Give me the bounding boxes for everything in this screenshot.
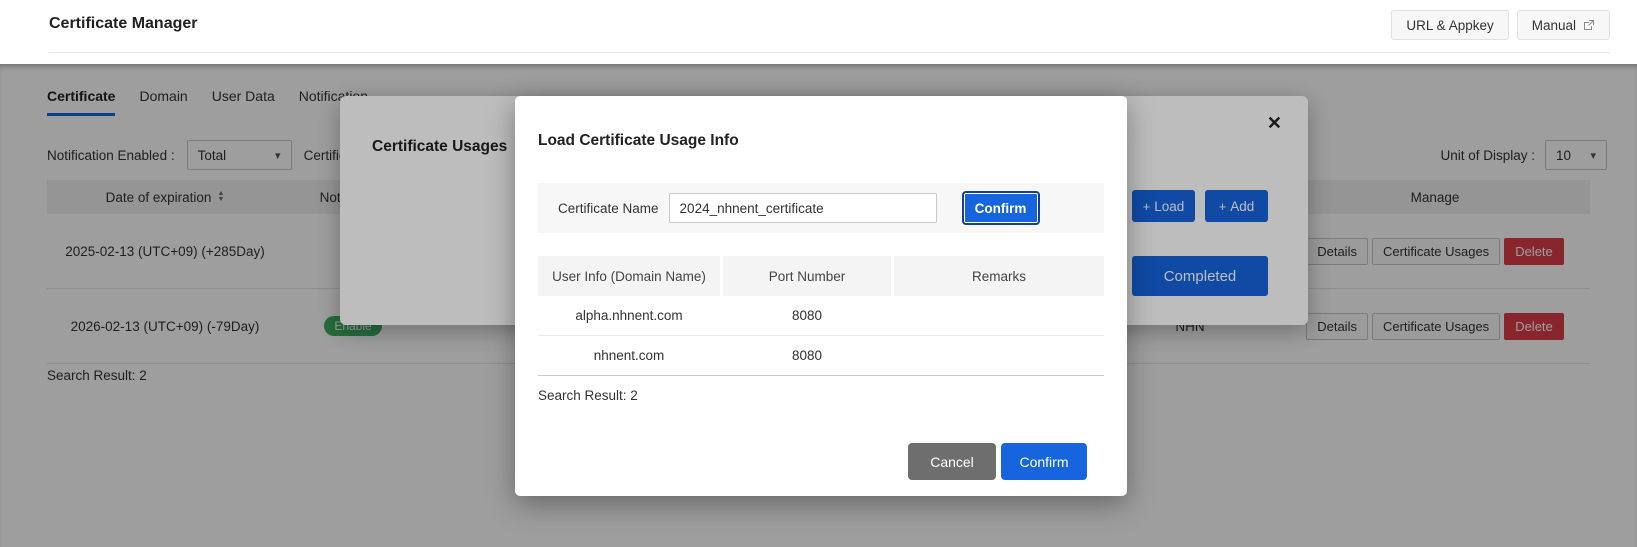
column-port-number: Port Number xyxy=(723,256,891,296)
search-result-count: Search Result: 2 xyxy=(538,388,638,403)
table-row: alpha.nhnent.com 8080 xyxy=(538,296,1104,336)
confirm-search-button[interactable]: Confirm xyxy=(961,191,1040,225)
load-certificate-usage-info-modal: Load Certificate Usage Info Certificate … xyxy=(515,96,1127,496)
remarks-cell xyxy=(894,296,1104,335)
cancel-button[interactable]: Cancel xyxy=(908,443,996,480)
url-appkey-button[interactable]: URL & Appkey xyxy=(1391,10,1509,40)
app-header: Certificate Manager URL & Appkey Manual xyxy=(0,0,1637,64)
usage-info-table: User Info (Domain Name) Port Number Rema… xyxy=(538,256,1104,376)
certificate-manager-screen: Certificate Manager URL & Appkey Manual … xyxy=(0,0,1637,547)
certificate-name-panel: Certificate Name Confirm xyxy=(538,183,1104,233)
certificate-name-label: Certificate Name xyxy=(558,200,659,216)
port-cell: 8080 xyxy=(791,348,823,363)
header-actions: URL & Appkey Manual xyxy=(1391,10,1610,40)
domain-cell: alpha.nhnent.com xyxy=(575,308,683,323)
manual-button[interactable]: Manual xyxy=(1516,10,1610,40)
confirm-button[interactable]: Confirm xyxy=(1001,443,1087,480)
domain-cell: nhnent.com xyxy=(593,348,665,363)
certificate-name-input[interactable] xyxy=(668,193,937,223)
modal-title: Load Certificate Usage Info xyxy=(538,132,739,149)
table-row: nhnent.com 8080 xyxy=(538,336,1104,376)
column-remarks: Remarks xyxy=(894,256,1104,296)
usage-table-header: User Info (Domain Name) Port Number Rema… xyxy=(538,256,1104,296)
column-user-info: User Info (Domain Name) xyxy=(538,256,720,296)
page-title: Certificate Manager xyxy=(49,15,198,32)
header-divider xyxy=(49,52,1610,53)
external-link-icon xyxy=(1583,19,1595,31)
remarks-cell xyxy=(894,336,1104,375)
modal-footer: Cancel Confirm xyxy=(538,443,1104,480)
port-cell: 8080 xyxy=(791,308,823,323)
